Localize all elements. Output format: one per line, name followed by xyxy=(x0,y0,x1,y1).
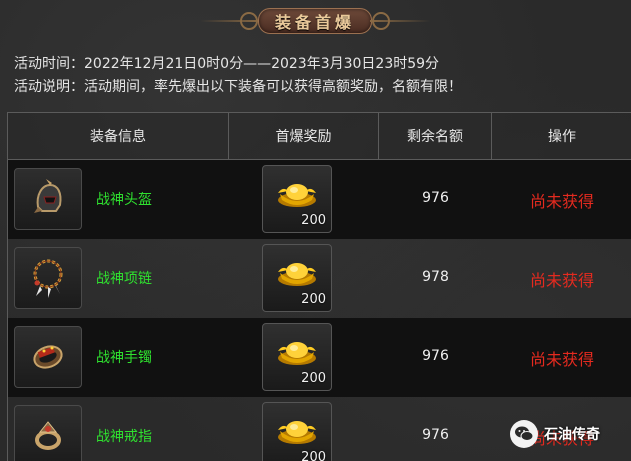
banner-decor-line xyxy=(370,20,430,22)
gold-ingot-icon xyxy=(278,421,316,444)
necklace-icon[interactable] xyxy=(14,247,82,309)
remaining-count: 976 xyxy=(422,427,449,443)
title-banner: 装备首爆 xyxy=(200,6,430,36)
reward-slot[interactable]: 200 xyxy=(262,244,332,312)
watermark: 石油传奇 xyxy=(510,420,600,448)
gold-ingot-icon xyxy=(278,263,316,286)
equipment-table: 装备信息 首爆奖励 剩余名额 操作 战神头盔 200 976 尚未获得 战神项链… xyxy=(7,112,631,461)
banner-plate: 装备首爆 xyxy=(258,8,372,34)
reward-slot[interactable]: 200 xyxy=(262,323,332,391)
page-title: 装备首爆 xyxy=(274,13,355,32)
item-name: 战神头盔 xyxy=(96,192,152,208)
remaining-count: 978 xyxy=(422,269,449,285)
watermark-text: 石油传奇 xyxy=(544,427,600,443)
reward-slot[interactable]: 200 xyxy=(262,402,332,461)
column-header-remaining: 剩余名额 xyxy=(379,113,492,159)
status-not-obtained: 尚未获得 xyxy=(529,271,594,290)
remaining-count: 976 xyxy=(422,348,449,364)
table-row: 战神项链 200 978 尚未获得 xyxy=(8,239,631,318)
reward-slot[interactable]: 200 xyxy=(262,165,332,233)
column-header-action: 操作 xyxy=(548,129,576,145)
status-not-obtained: 尚未获得 xyxy=(529,192,594,211)
reward-count: 200 xyxy=(301,371,326,386)
gold-ingot-icon xyxy=(278,184,316,207)
table-row: 战神手镯 200 976 尚未获得 xyxy=(8,318,631,397)
gold-ingot-icon xyxy=(278,342,316,365)
reward-count: 200 xyxy=(301,450,326,461)
event-description-text: 活动说明：活动期间，率先爆出以下装备可以获得高额奖励，名额有限！ xyxy=(14,79,462,95)
table-header: 装备信息 首爆奖励 剩余名额 操作 xyxy=(8,113,631,160)
table-row: 战神头盔 200 976 尚未获得 xyxy=(8,160,631,239)
bracelet-icon[interactable] xyxy=(14,326,82,388)
item-name: 战神手镯 xyxy=(96,350,152,366)
wechat-icon xyxy=(510,420,538,448)
event-time-text: 活动时间：2022年12月21日0时0分——2023年3月30日23时59分 xyxy=(14,56,440,72)
status-not-obtained: 尚未获得 xyxy=(529,350,594,369)
item-name: 战神项链 xyxy=(96,271,152,287)
first-drop-panel: 装备首爆 活动时间：2022年12月21日0时0分——2023年3月30日23时… xyxy=(0,0,631,461)
remaining-count: 976 xyxy=(422,190,449,206)
reward-count: 200 xyxy=(301,213,326,228)
column-header-reward: 首爆奖励 xyxy=(229,113,379,159)
helmet-icon[interactable] xyxy=(14,168,82,230)
banner-ornament xyxy=(240,12,258,30)
column-header-equipment: 装备信息 xyxy=(8,113,229,159)
reward-count: 200 xyxy=(301,292,326,307)
ring-icon[interactable] xyxy=(14,405,82,461)
item-name: 战神戒指 xyxy=(96,429,152,445)
